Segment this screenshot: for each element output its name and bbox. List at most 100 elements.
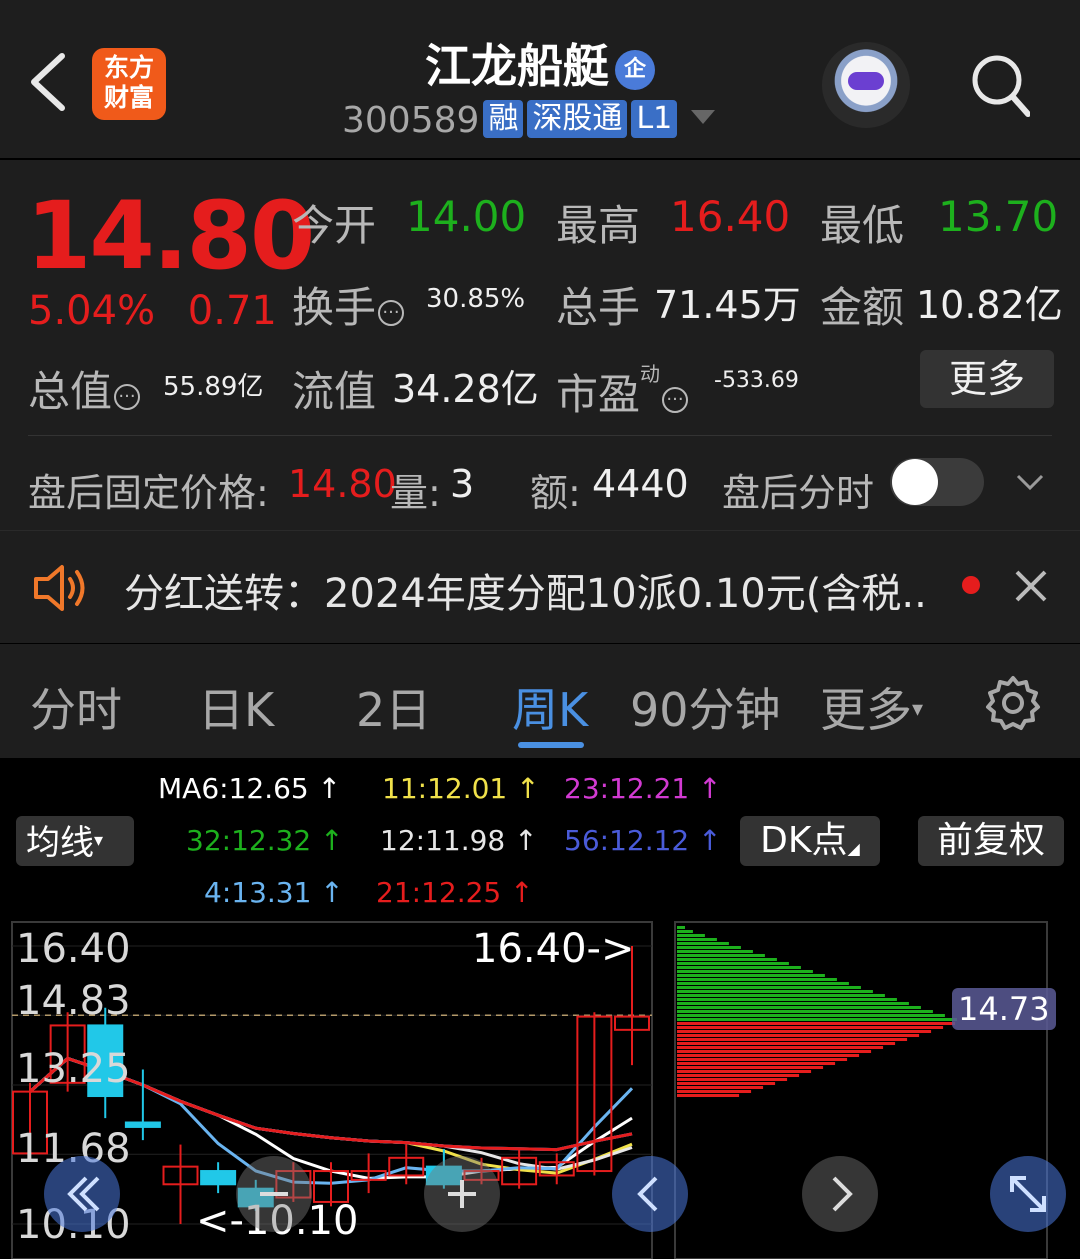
volume-profile-bar <box>677 962 789 965</box>
volume-profile-bar <box>677 1046 884 1049</box>
tab-two-day[interactable]: 2日 <box>356 674 431 740</box>
volume-profile-bar <box>677 994 885 997</box>
change-amount: 0.71 <box>187 288 277 334</box>
after-hours-timeline-label: 盘后分时 <box>722 471 875 515</box>
active-tab-indicator <box>518 742 584 748</box>
volume-profile-bar <box>677 1002 909 1005</box>
volume-profile-bar <box>677 934 705 937</box>
volume-profile-bar <box>677 942 729 945</box>
plus-icon <box>448 1180 476 1208</box>
back-arrow-icon[interactable] <box>28 52 68 112</box>
scroll-right-button[interactable] <box>802 1156 878 1232</box>
zoom-out-button[interactable] <box>236 1156 312 1232</box>
dividend-notice-text: 分红送转：2024年度分配10派0.10元(含税.. <box>124 571 927 617</box>
ma-legend-item: 4:13.31 ↑ <box>204 876 344 909</box>
gear-icon[interactable] <box>984 674 1042 732</box>
volume-profile-bar <box>677 1070 812 1073</box>
ma-legend-item: 11:12.01 ↑ <box>382 772 540 805</box>
volume-profile-bar <box>677 1018 957 1021</box>
stock-name: 江龙船艇 <box>425 39 609 93</box>
divider <box>28 435 1052 436</box>
close-icon[interactable] <box>1014 569 1048 603</box>
pe-value: -533.69 <box>714 368 799 393</box>
chevron-down-icon[interactable] <box>691 110 716 124</box>
candle-body <box>200 1170 237 1186</box>
volume-profile-bar <box>677 926 685 929</box>
after-hours-toggle[interactable] <box>890 458 984 506</box>
after-hours-amount-label: 额: <box>530 471 581 515</box>
caret-down-icon: ▾ <box>912 697 924 722</box>
ma-selector[interactable]: 均线▾ <box>16 816 134 866</box>
volume-value: 71.45万 <box>654 283 801 327</box>
enterprise-badge: 企 <box>615 50 655 90</box>
volume-profile-bar <box>677 974 825 977</box>
scroll-left-button[interactable] <box>612 1156 688 1232</box>
ma-legend-item: 32:12.32 ↑ <box>186 824 344 857</box>
stock-code-row[interactable]: 300589 融深股通 L1 <box>342 100 716 141</box>
y-axis-tick: 13.25 <box>16 1046 131 1092</box>
more-info-icon[interactable]: ··· <box>378 300 405 326</box>
pe-label-text: 市盈 <box>556 370 641 419</box>
tab-more[interactable]: 更多▾ <box>820 674 923 740</box>
volume-profile-bar <box>677 1014 945 1017</box>
scroll-left-fast-button[interactable] <box>44 1156 120 1232</box>
zoom-in-button[interactable] <box>424 1156 500 1232</box>
logo-line-1: 东方 <box>103 53 154 82</box>
tab-90-minute[interactable]: 90分钟 <box>630 674 781 740</box>
volume-profile-bar <box>677 1050 872 1053</box>
y-axis-tick: 16.40 <box>16 926 131 972</box>
tab-daily-k[interactable]: 日K <box>198 674 274 740</box>
high-value: 16.40 <box>670 192 791 241</box>
ma-legend-item: MA6:12.65 ↑ <box>158 772 342 805</box>
forward-adjust-button[interactable]: 前复权 <box>918 816 1064 866</box>
volume-profile-bar <box>677 1094 740 1097</box>
more-info-icon[interactable]: ··· <box>114 384 141 410</box>
turnover-label-text: 换手 <box>292 283 377 332</box>
float-label: 流值 <box>292 367 377 416</box>
robot-avatar[interactable] <box>822 42 910 128</box>
more-info-icon[interactable]: ··· <box>662 387 689 413</box>
tag-margin: 融 <box>483 100 524 138</box>
logo-line-2: 财富 <box>103 83 154 112</box>
dk-point-label: DK点 <box>760 820 848 861</box>
volume-profile-bar <box>677 1058 848 1061</box>
volume-profile-bar <box>677 1082 776 1085</box>
volume-profile-bar <box>677 1086 764 1089</box>
ma-legend-item: 56:12.12 ↑ <box>564 824 722 857</box>
volume-profile-bar <box>677 1006 921 1009</box>
volume-label: 总手 <box>556 283 641 332</box>
volume-profile-bar <box>677 1030 932 1033</box>
change-percent: 5.04% <box>28 288 156 334</box>
after-hours-volume: 3 <box>450 462 475 506</box>
double-chevron-left-icon <box>67 1176 100 1212</box>
mktcap-label: 总值 ··· <box>28 358 141 419</box>
caret-down-icon: ▾ <box>94 830 104 851</box>
volume-profile-bar <box>677 1054 860 1057</box>
after-hours-label: 盘后固定价格: <box>28 471 269 515</box>
volume-profile-bar <box>677 978 837 981</box>
last-price: 14.80 <box>26 182 315 291</box>
volume-profile-bar <box>677 990 873 993</box>
chevron-down-icon[interactable] <box>1016 468 1044 496</box>
volume-profile-bar <box>677 982 849 985</box>
amount-value: 10.82亿 <box>916 283 1063 327</box>
ma-legend-item: 12:11.98 ↑ <box>380 824 538 857</box>
dividend-notice-bar[interactable]: 分红送转：2024年度分配10派0.10元(含税.. <box>0 530 1080 643</box>
eastmoney-logo[interactable]: 东方 财富 <box>92 48 166 120</box>
pe-label: 市盈动··· <box>556 358 689 422</box>
volume-profile-bar <box>677 1034 920 1037</box>
tab-weekly-k[interactable]: 周K <box>512 674 588 740</box>
volume-profile-bar <box>677 970 813 973</box>
open-label: 今开 <box>292 201 377 250</box>
tab-intraday[interactable]: 分时 <box>30 674 122 740</box>
fullscreen-button[interactable] <box>990 1156 1066 1232</box>
tab-more-label: 更多 <box>820 683 912 737</box>
volume-profile-bar <box>677 1038 908 1041</box>
volume-profile-bar <box>677 1022 956 1025</box>
more-button[interactable]: 更多 <box>920 350 1054 408</box>
search-icon[interactable] <box>970 52 1030 118</box>
volume-profile-bar <box>677 1078 788 1081</box>
high-label: 最高 <box>556 201 641 250</box>
dk-point-button[interactable]: DK点◢ <box>740 816 880 866</box>
header-bar: 东方 财富 江龙船艇企 300589 融深股通 L1 <box>0 0 1080 158</box>
